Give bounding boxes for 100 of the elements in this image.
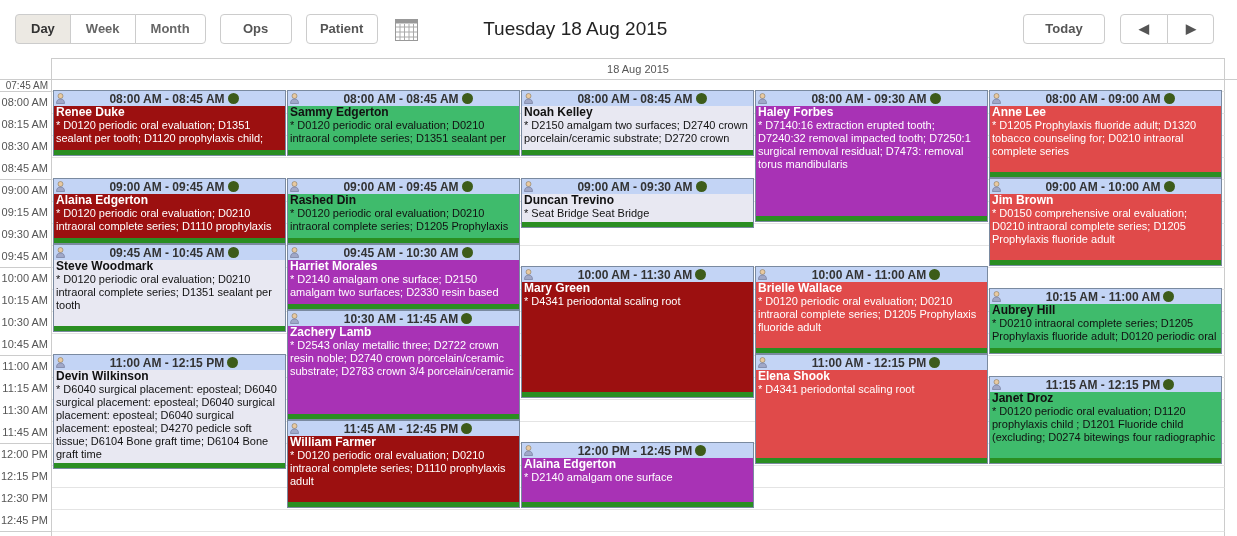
patient-name: Haley Forbes [758, 106, 835, 119]
appointment-time: 10:00 AM - 11:30 AM [577, 268, 693, 281]
time-label: 12:45 PM [0, 512, 48, 528]
appointment-card[interactable]: 09:00 AM - 09:30 AM Duncan Trevino * Seat Bridge Seat Bridge [521, 178, 754, 228]
appointment-card[interactable]: 08:00 AM - 09:00 AM Anne Lee * D1205 Prophylaxis fluoride adult; D1320 tobacco counseling for; D0210 intraoral complete series [989, 90, 1222, 178]
patient-name: Alaina Edgerton [524, 458, 617, 471]
appointment-time: 09:00 AM - 09:30 AM [577, 180, 693, 193]
procedure-list: * D0120 periodic oral evaluation; D0210 intraoral complete series; D1110 prophylaxis adult [290, 449, 517, 488]
next-button[interactable]: ▶ [1167, 14, 1214, 44]
appointment-time: 08:00 AM - 08:45 AM [577, 92, 693, 105]
patient-name: William Farmer [290, 436, 377, 449]
procedure-list: * D7140:16 extraction erupted tooth; D7240:32 removal impacted tooth; D7250:1 surgical removal residual; D7473: removal torus mandibularis [758, 119, 985, 171]
patient-name: Duncan Trevino [524, 194, 616, 207]
procedure-list: * D0120 periodic oral evaluation; D1120 prophylaxis child ; D1201 Fluoride child (excluding; D0274 bitewings four radiographic [992, 405, 1219, 444]
patient-name: Janet Droz [992, 392, 1055, 405]
patient-name: Brielle Wallace [758, 282, 844, 295]
procedure-list: * D4341 periodontal scaling root [524, 295, 751, 308]
person-icon [290, 423, 299, 434]
appointment-card[interactable]: 08:00 AM - 08:45 AM Renee Duke * D0120 periodic oral evaluation; D1351 sealant per tooth; D1120 prophylaxis child; [53, 90, 286, 156]
today-button[interactable]: Today [1023, 14, 1105, 44]
time-label: 09:30 AM [1, 226, 48, 242]
procedure-list: * D6040 surgical placement: eposteal; D6040 surgical placement: eposteal; D6040 surgical placement: eposteal; D6040 surgical placement: eposteal; D4270 pedicle soft tissue; D6104 Bone graft time; D6104 Bone graft time [56, 383, 283, 461]
appointment-time: 08:00 AM - 09:30 AM [811, 92, 927, 105]
person-icon [524, 445, 533, 456]
time-label: 12:30 PM [0, 490, 48, 506]
calendar-icon[interactable] [394, 17, 418, 41]
appointment-card[interactable]: 11:00 AM - 12:15 PM Elena Shook * D4341 periodontal scaling root [755, 354, 988, 464]
appointment-card[interactable]: 12:00 PM - 12:45 PM Alaina Edgerton * D2140 amalgam one surface [521, 442, 754, 508]
person-icon [758, 93, 767, 104]
appointment-time: 11:15 AM - 12:15 PM [1045, 378, 1161, 391]
time-label: 12:15 PM [0, 468, 48, 484]
procedure-list: * D0120 periodic oral evaluation; D0210 intraoral complete series; D1110 prophylaxis [56, 207, 283, 233]
procedure-list: * D0210 intraoral complete series; D1205 Prophylaxis fluoride adult; D0120 periodic oral [992, 317, 1219, 343]
person-icon [992, 291, 1001, 302]
procedure-list: * D0120 periodic oral evaluation; D1351 sealant per tooth; D1120 prophylaxis child; [56, 119, 283, 145]
appointment-card[interactable]: 08:00 AM - 09:30 AM Haley Forbes * D7140:16 extraction erupted tooth; D7240:32 removal impacted tooth; D7250:1 surgical removal residual; D7473: removal torus mandibularis [755, 90, 988, 222]
patient-name: Anne Lee [992, 106, 1047, 119]
day-header: 18 Aug 2015 [607, 61, 669, 77]
time-label: 10:00 AM [1, 271, 48, 287]
time-label: 11:00 AM [2, 359, 48, 375]
date-title: Tuesday 18 Aug 2015 [483, 16, 668, 41]
time-label: 10:30 AM [1, 314, 48, 330]
view-tab[interactable]: Week [69, 14, 136, 44]
patient-name: Elena Shook [758, 370, 832, 383]
procedure-list: * D0120 periodic oral evaluation; D0210 intraoral complete series; D1205 Prophylaxis fluoride adult [758, 295, 985, 334]
appointment-time: 08:00 AM - 08:45 AM [109, 92, 225, 105]
appointment-card[interactable]: 09:00 AM - 09:45 AM Alaina Edgerton * D0120 periodic oral evaluation; D0210 intraoral complete series; D1110 prophylaxis [53, 178, 286, 244]
view-tab[interactable]: Month [134, 14, 206, 44]
procedure-list: * D2140 amalgam one surface; D2150 amalgam two surfaces; D2330 resin based [290, 273, 517, 299]
ops-button[interactable]: Ops [219, 14, 292, 44]
procedure-list: * D0150 comprehensive oral evaluation; D0210 intraoral complete series; D1205 Prophylaxis fluoride adult [992, 207, 1219, 246]
person-icon [290, 181, 299, 192]
appointment-time: 11:00 AM - 12:15 PM [109, 356, 225, 369]
patient-button[interactable]: Patient [305, 14, 378, 44]
patient-name: Harriet Morales [290, 260, 379, 273]
time-label: 11:15 AM [2, 380, 48, 396]
appointment-card[interactable]: 08:00 AM - 08:45 AM Noah Kelley * D2150 amalgam two surfaces; D2740 crown porcelain/ceramic substrate; D2720 crown [521, 90, 754, 156]
time-label: 09:45 AM [1, 248, 48, 264]
procedure-list: * D2140 amalgam one surface [524, 471, 751, 484]
time-label: 08:00 AM [1, 95, 48, 111]
person-icon [56, 357, 65, 368]
patient-name: Mary Green [524, 282, 592, 295]
time-label: 07:45 AM [5, 80, 48, 91]
person-icon [758, 357, 767, 368]
appointment-card[interactable]: 11:15 AM - 12:15 PM Janet Droz * D0120 periodic oral evaluation; D1120 prophylaxis child ; D1201 Fluoride child (excluding; D0274 bitewings four radiographic [989, 376, 1222, 464]
previous-button[interactable]: ◀ [1120, 14, 1168, 44]
appointment-time: 10:30 AM - 11:45 AM [343, 312, 459, 325]
appointment-time: 09:45 AM - 10:45 AM [109, 246, 225, 259]
appointment-card[interactable]: 10:00 AM - 11:00 AM Brielle Wallace * D0120 periodic oral evaluation; D0210 intraoral complete series; D1205 Prophylaxis fluoride adult [755, 266, 988, 354]
view-tab[interactable]: Day [15, 14, 71, 44]
appointment-card[interactable]: 09:45 AM - 10:30 AM Harriet Morales * D2140 amalgam one surface; D2150 amalgam two surfaces; D2330 resin based [287, 244, 520, 310]
appointment-card[interactable]: 11:45 AM - 12:45 PM William Farmer * D0120 periodic oral evaluation; D0210 intraoral complete series; D1110 prophylaxis adult [287, 420, 520, 508]
procedure-list: * D0120 periodic oral evaluation; D0210 intraoral complete series; D1351 sealant per [290, 119, 517, 145]
appointment-time: 10:00 AM - 11:00 AM [811, 268, 927, 281]
appointment-card[interactable]: 08:00 AM - 08:45 AM Sammy Edgerton * D0120 periodic oral evaluation; D0210 intraoral complete series; D1351 sealant per [287, 90, 520, 156]
time-label: 09:00 AM [1, 183, 48, 199]
patient-name: Noah Kelley [524, 106, 594, 119]
appointment-time: 10:15 AM - 11:00 AM [1045, 290, 1161, 303]
person-icon [758, 269, 767, 280]
appointment-time: 09:00 AM - 10:00 AM [1045, 180, 1161, 193]
appointment-card[interactable]: 10:00 AM - 11:30 AM Mary Green * D4341 periodontal scaling root [521, 266, 754, 398]
person-icon [524, 93, 533, 104]
patient-name: Aubrey Hill [992, 304, 1057, 317]
appointment-card[interactable]: 09:00 AM - 09:45 AM Rashed Din * D0120 periodic oral evaluation; D0210 intraoral complete series; D1205 Prophylaxis [287, 178, 520, 244]
procedure-list: * D4341 periodontal scaling root [758, 383, 985, 396]
time-label: 11:30 AM [2, 402, 48, 418]
appointment-time: 09:00 AM - 09:45 AM [343, 180, 459, 193]
appointment-card[interactable]: 09:45 AM - 10:45 AM Steve Woodmark * D0120 periodic oral evaluation; D0210 intraoral complete series; D1351 sealant per tooth [53, 244, 286, 332]
person-icon [290, 313, 299, 324]
appointment-time: 08:00 AM - 08:45 AM [343, 92, 459, 105]
procedure-list: * D1205 Prophylaxis fluoride adult; D1320 tobacco counseling for; D0210 intraoral complete series [992, 119, 1219, 158]
appointment-card[interactable] [53, 354, 286, 469]
procedure-list: * D0120 periodic oral evaluation; D0210 intraoral complete series; D1205 Prophylaxis [290, 207, 517, 233]
patient-name: Devin Wilkinson [56, 370, 150, 383]
appointment-card[interactable]: 09:00 AM - 10:00 AM Jim Brown * D0150 comprehensive oral evaluation; D0210 intraoral complete series; D1205 Prophylaxis fluoride adult [989, 178, 1222, 266]
patient-name: Zachery Lamb [290, 326, 373, 339]
appointment-card[interactable]: 10:15 AM - 11:00 AM Aubrey Hill * D0210 intraoral complete series; D1205 Prophylaxis fluoride adult; D0120 periodic oral [989, 288, 1222, 354]
appointment-card[interactable]: 10:30 AM - 11:45 AM Zachery Lamb * D2543 onlay metallic three; D2722 crown resin noble; D2740 crown porcelain/ceramic substrate; D2783 crown 3/4 porcelain/ceramic [287, 310, 520, 420]
appointment-time: 11:45 AM - 12:45 PM [343, 422, 459, 435]
time-label: 12:00 PM [0, 447, 48, 463]
